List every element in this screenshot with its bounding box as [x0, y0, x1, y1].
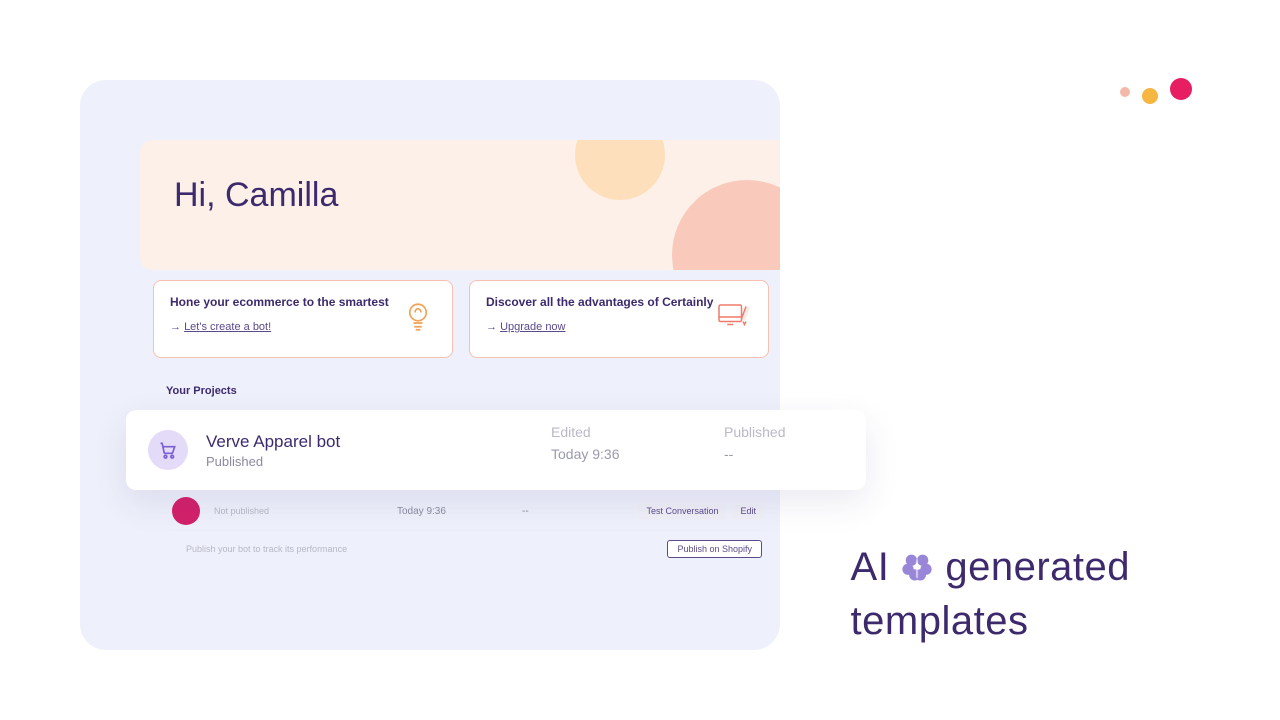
marketing-tagline: AI generated templates: [851, 540, 1130, 648]
accent-dots: [1120, 78, 1192, 106]
publish-prompt-text: Publish your bot to track its performanc…: [186, 544, 347, 554]
promo-title: Discover all the advantages of Certainly: [486, 295, 713, 309]
greeting-title: Hi, Camilla: [140, 140, 780, 215]
promo-title: Hone your ecommerce to the smartest: [170, 295, 389, 309]
promo-card-upgrade[interactable]: Discover all the advantages of Certainly…: [469, 280, 769, 358]
project-published-value: --: [522, 506, 529, 517]
tagline-text-generated: generated: [945, 540, 1130, 594]
tagline-text-templates: templates: [851, 594, 1130, 648]
dashboard-window: Hi, Camilla Hone your ecommerce to the s…: [80, 80, 780, 650]
dot-large: [1170, 78, 1192, 100]
tagline-text-ai: AI: [851, 540, 890, 594]
promo-row: Hone your ecommerce to the smartest Let'…: [153, 280, 780, 358]
dot-small: [1120, 87, 1130, 97]
publish-shopify-button[interactable]: Publish on Shopify: [667, 540, 762, 558]
project-status: Not published: [214, 506, 269, 516]
project-status: Published: [206, 454, 340, 469]
published-value: --: [724, 446, 786, 462]
promo-link-create-bot[interactable]: Let's create a bot!: [170, 321, 389, 333]
project-icon-cart: [148, 430, 188, 470]
section-title-projects: Your Projects: [166, 385, 237, 397]
monitor-rocket-icon: [716, 299, 752, 335]
brain-icon: [899, 549, 935, 585]
project-row-secondary[interactable]: Not published Today 9:36 -- Test Convers…: [172, 498, 762, 524]
edited-value: Today 9:36: [551, 446, 620, 462]
project-avatar: [172, 497, 200, 525]
cart-icon: [158, 440, 178, 460]
project-card-highlight[interactable]: Verve Apparel bot Published Edited Today…: [126, 410, 866, 490]
test-conversation-button[interactable]: Test Conversation: [638, 503, 726, 519]
promo-card-create-bot[interactable]: Hone your ecommerce to the smartest Let'…: [153, 280, 453, 358]
project-edited-value: Today 9:36: [397, 506, 446, 517]
lightbulb-icon: [400, 299, 436, 335]
publish-prompt-row: Publish your bot to track its performanc…: [172, 530, 762, 558]
dot-medium: [1142, 88, 1158, 104]
hero-banner: Hi, Camilla: [140, 140, 780, 270]
edit-button[interactable]: Edit: [732, 503, 764, 519]
project-name: Verve Apparel bot: [206, 432, 340, 452]
published-label: Published: [724, 424, 786, 440]
promo-link-upgrade[interactable]: Upgrade now: [486, 321, 713, 333]
edited-label: Edited: [551, 424, 620, 440]
